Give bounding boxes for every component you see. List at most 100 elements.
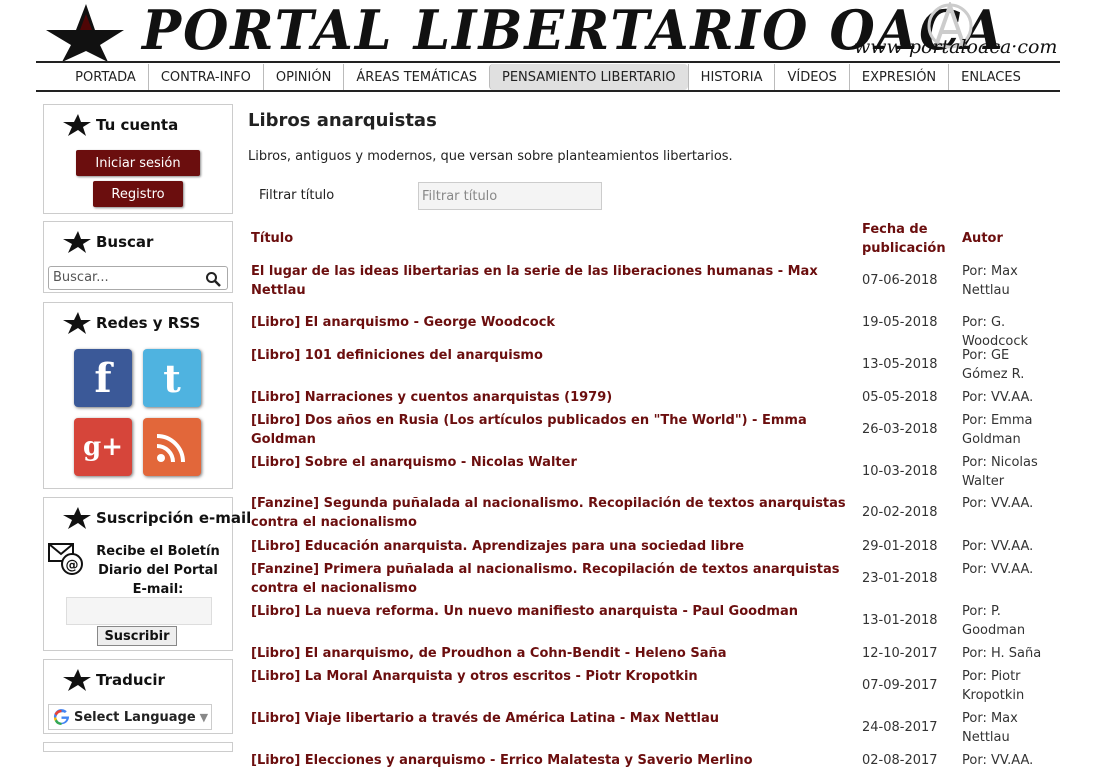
- search-block: Buscar Buscar...: [43, 221, 233, 293]
- newsletter-line2: Diario del Portal: [98, 563, 218, 578]
- translate-title: Traducir: [96, 671, 165, 689]
- filter-label: Filtrar título: [259, 188, 335, 203]
- book-title-link[interactable]: [Libro] Narraciones y cuentos anarquista…: [251, 388, 846, 407]
- column-header-title[interactable]: Título: [251, 229, 293, 248]
- book-author: Por: Piotr Kropotkin: [962, 669, 1025, 703]
- translate-block-title: Traducir: [62, 668, 165, 692]
- book-date: 13-01-2018: [862, 613, 938, 628]
- rss-icon[interactable]: [143, 418, 201, 476]
- social-block-title: Redes y RSS: [62, 311, 200, 335]
- book-title-link[interactable]: [Libro] Educación anarquista. Aprendizaj…: [251, 537, 846, 556]
- book-author: Por: VV.AA.: [962, 390, 1034, 405]
- account-block: Tu cuenta Iniciar sesión Registro: [43, 104, 233, 214]
- google-plus-icon[interactable]: g+: [74, 418, 132, 476]
- nav-portada[interactable]: PORTADA: [63, 64, 148, 90]
- book-author: Por: P. Goodman: [962, 604, 1026, 638]
- email-envelope-icon: @: [48, 543, 83, 575]
- book-author: Por: VV.AA.: [962, 753, 1034, 768]
- book-date: 24-08-2017: [862, 720, 938, 735]
- site-header: PORTAL LIBERTARIO OACA www·portaloaca·co…: [36, 0, 1060, 63]
- nav-areas-tematicas[interactable]: ÁREAS TEMÁTICAS: [343, 64, 489, 90]
- rss-glyph-icon: [156, 434, 185, 463]
- book-author: Por: VV.AA.: [962, 562, 1034, 577]
- language-select-label: Select Language: [74, 709, 196, 725]
- account-title: Tu cuenta: [96, 116, 179, 134]
- nav-pensamiento-libertario[interactable]: PENSAMIENTO LIBERTARIO: [488, 64, 688, 90]
- subscription-title: Suscripción e-mail: [96, 509, 252, 527]
- book-author: Por: Emma Goldman: [962, 413, 1033, 447]
- subscribe-button[interactable]: Suscribir: [97, 626, 177, 646]
- book-title-link[interactable]: [Libro] La nueva reforma. Un nuevo manif…: [251, 602, 846, 621]
- book-date: 20-02-2018: [862, 505, 938, 520]
- page-intro: Libros, antiguos y modernos, que versan …: [248, 149, 733, 164]
- column-header-date-line1: Fecha de: [862, 222, 928, 237]
- column-header-date[interactable]: Fecha de publicación: [862, 220, 946, 258]
- main-nav: PORTADA CONTRA-INFO OPINIÓN ÁREAS TEMÁTICAS…: [36, 63, 1060, 91]
- newsletter-line1: Recibe el Boletín: [96, 544, 220, 559]
- chevron-down-icon: ▼: [199, 710, 209, 724]
- book-title-link[interactable]: [Libro] Sobre el anarquismo - Nicolas Wa…: [251, 453, 846, 472]
- newsletter-text: Recibe el Boletín Diario del Portal E-ma…: [88, 542, 228, 599]
- search-block-title: Buscar: [62, 230, 153, 254]
- column-header-author[interactable]: Autor: [962, 229, 1003, 248]
- subscription-block-title: Suscripción e-mail: [62, 506, 251, 530]
- book-date: 23-01-2018: [862, 571, 938, 586]
- book-title-link[interactable]: El lugar de las ideas libertarias en la …: [251, 262, 846, 300]
- book-title-link[interactable]: [Libro] El anarquismo - George Woodcock: [251, 313, 846, 332]
- star-icon: [63, 507, 91, 529]
- translate-block: Traducir Select Language ▼: [43, 659, 233, 734]
- book-author: Por: VV.AA.: [962, 539, 1034, 554]
- book-author: Por: Nicolas Walter: [962, 455, 1038, 489]
- star-icon: [63, 114, 91, 136]
- book-title-link[interactable]: [Libro] 101 definiciones del anarquismo: [251, 346, 846, 365]
- email-field[interactable]: [66, 597, 212, 625]
- social-title: Redes y RSS: [96, 314, 201, 332]
- language-select[interactable]: Select Language ▼: [48, 704, 212, 730]
- book-date: 05-05-2018: [862, 390, 938, 405]
- book-title-link[interactable]: [Libro] Dos años en Rusia (Los artículos…: [251, 411, 846, 449]
- book-title-link[interactable]: [Fanzine] Segunda puñalada al nacionalis…: [251, 494, 846, 532]
- nav-enlaces[interactable]: ENLACES: [948, 64, 1033, 90]
- nav-opinion[interactable]: OPINIÓN: [262, 64, 343, 90]
- book-author: Por: VV.AA.: [962, 496, 1034, 511]
- facebook-icon[interactable]: f: [74, 349, 132, 407]
- search-input[interactable]: Buscar...: [48, 266, 228, 290]
- book-title-link[interactable]: [Libro] El anarquismo, de Proudhon a Coh…: [251, 644, 846, 663]
- book-date: 12-10-2017: [862, 646, 938, 661]
- book-author: Por: H. Saña: [962, 646, 1042, 661]
- book-title-link[interactable]: [Libro] Viaje libertario a través de Amé…: [251, 709, 846, 728]
- google-icon: [53, 708, 70, 725]
- twitter-icon[interactable]: t: [143, 349, 201, 407]
- subscription-block: Suscripción e-mail @ Recibe el Boletín D…: [43, 497, 251, 651]
- book-date: 13-05-2018: [862, 357, 938, 372]
- black-star-logo-icon[interactable]: [40, 2, 126, 62]
- book-date: 02-08-2017: [862, 753, 938, 768]
- star-icon: [63, 312, 91, 334]
- account-block-title: Tu cuenta: [62, 113, 178, 137]
- nav-expresion[interactable]: EXPRESIÓN: [848, 64, 948, 90]
- star-icon: [63, 231, 91, 253]
- book-date: 07-09-2017: [862, 678, 938, 693]
- book-author: Por: Max Nettlau: [962, 711, 1018, 745]
- search-icon[interactable]: [205, 271, 221, 287]
- book-title-link[interactable]: [Libro] Elecciones y anarquismo - Errico…: [251, 751, 846, 770]
- nav-historia[interactable]: HISTORIA: [687, 64, 775, 90]
- book-date: 19-05-2018: [862, 315, 938, 330]
- filter-title-input[interactable]: Filtrar título: [418, 182, 602, 210]
- nav-videos[interactable]: VÍDEOS: [774, 64, 848, 90]
- empty-block: [43, 742, 233, 752]
- book-date: 10-03-2018: [862, 464, 938, 479]
- svg-text:@: @: [66, 558, 79, 573]
- nav-contra-info[interactable]: CONTRA-INFO: [147, 64, 263, 90]
- site-url: www·portaloaca·com: [854, 36, 1058, 58]
- search-placeholder: Buscar...: [53, 270, 109, 285]
- book-author: Por: Max Nettlau: [962, 264, 1018, 298]
- column-header-date-line2: publicación: [862, 241, 946, 256]
- book-title-link[interactable]: [Libro] La Moral Anarquista y otros escr…: [251, 667, 846, 686]
- search-title: Buscar: [96, 233, 154, 251]
- book-date: 07-06-2018: [862, 273, 938, 288]
- register-button[interactable]: Registro: [93, 181, 183, 207]
- book-title-link[interactable]: [Fanzine] Primera puñalada al nacionalis…: [251, 560, 846, 598]
- star-icon: [63, 669, 91, 691]
- login-button[interactable]: Iniciar sesión: [76, 150, 200, 176]
